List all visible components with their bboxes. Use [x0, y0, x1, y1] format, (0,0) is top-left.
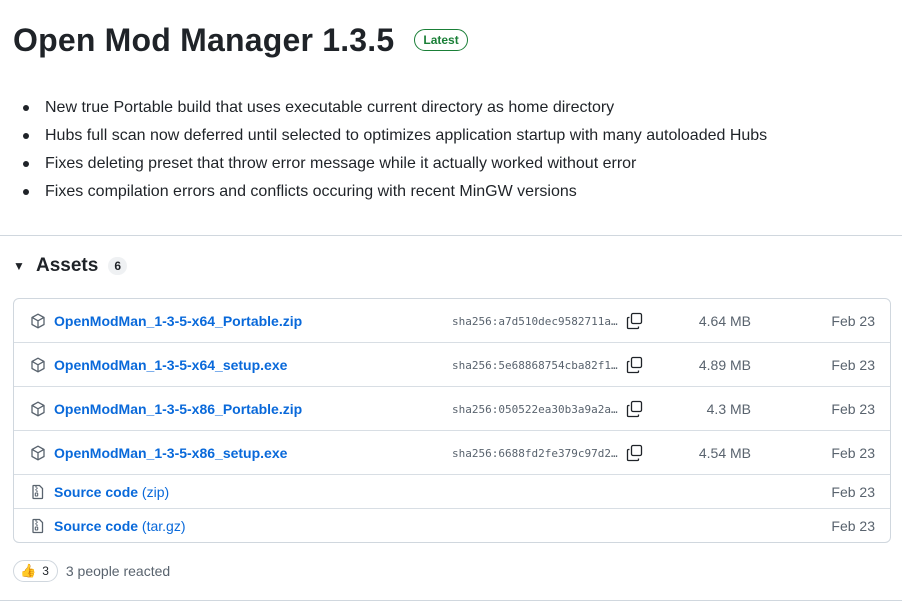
source-code-link[interactable]: Source code (tar.gz)	[54, 518, 186, 534]
assets-count-badge: 6	[108, 257, 128, 275]
source-code-row: Source code (zip) Feb 23	[14, 474, 890, 508]
asset-size: 4.64 MB	[698, 313, 751, 329]
latest-badge: Latest	[414, 29, 468, 51]
package-icon	[31, 401, 45, 417]
assets-toggle[interactable]: ▼ Assets 6	[13, 255, 128, 277]
asset-sha256: sha256:5e68868754cba82f1…	[452, 359, 618, 372]
thumbs-up-icon: 👍	[20, 563, 37, 578]
source-code-ext: (zip)	[141, 484, 170, 500]
release-title[interactable]: Open Mod Manager 1.3.5	[13, 20, 394, 60]
asset-sha256: sha256:050522ea30b3a9a2a…	[452, 403, 618, 416]
release-header: Open Mod Manager 1.3.5 Latest	[13, 20, 468, 60]
asset-download-link[interactable]: OpenModMan_1-3-5-x64_Portable.zip	[54, 313, 302, 329]
asset-download-link[interactable]: OpenModMan_1-3-5-x64_setup.exe	[54, 357, 287, 373]
asset-download-link[interactable]: OpenModMan_1-3-5-x86_setup.exe	[54, 445, 287, 461]
asset-date: Feb 23	[831, 401, 875, 417]
reacted-summary: 3 people reacted	[65, 563, 171, 579]
package-icon	[31, 313, 45, 329]
asset-date: Feb 23	[831, 445, 875, 461]
asset-row: OpenModMan_1-3-5-x86_Portable.zip sha256…	[14, 386, 890, 430]
asset-date: Feb 23	[831, 357, 875, 373]
asset-date: Feb 23	[831, 484, 875, 500]
release-note-item: Fixes deleting preset that throw error m…	[22, 150, 767, 178]
assets-title: Assets	[36, 255, 99, 276]
copy-icon[interactable]	[625, 311, 645, 331]
release-note-item: Fixes compilation errors and conflicts o…	[22, 178, 767, 206]
asset-sha256: sha256:a7d510dec9582711a…	[452, 315, 618, 328]
asset-row: OpenModMan_1-3-5-x86_setup.exe sha256:66…	[14, 430, 890, 474]
source-code-ext: (tar.gz)	[141, 518, 186, 534]
release-note-item: New true Portable build that uses execut…	[22, 94, 767, 122]
assets-list: OpenModMan_1-3-5-x64_Portable.zip sha256…	[13, 298, 891, 543]
asset-size: 4.89 MB	[698, 357, 751, 373]
copy-icon[interactable]	[625, 443, 645, 463]
file-zip-icon	[32, 484, 44, 500]
copy-icon[interactable]	[625, 399, 645, 419]
asset-sha256: sha256:6688fd2fe379c97d2…	[452, 447, 618, 460]
asset-row: OpenModMan_1-3-5-x64_setup.exe sha256:5e…	[14, 342, 890, 386]
reaction-count: 3	[42, 564, 49, 578]
package-icon	[31, 445, 45, 461]
source-code-link[interactable]: Source code (zip)	[54, 484, 169, 500]
asset-download-link[interactable]: OpenModMan_1-3-5-x86_Portable.zip	[54, 401, 302, 417]
bottom-divider	[0, 600, 902, 601]
thumbs-up-reaction-button[interactable]: 👍 3	[13, 560, 58, 582]
source-code-label: Source code	[54, 484, 139, 500]
file-zip-icon	[32, 518, 44, 534]
source-code-label: Source code	[54, 518, 139, 534]
asset-date: Feb 23	[831, 518, 875, 534]
package-icon	[31, 357, 45, 373]
release-notes-list: New true Portable build that uses execut…	[22, 94, 767, 206]
section-divider	[0, 235, 902, 236]
source-code-row: Source code (tar.gz) Feb 23	[14, 508, 890, 542]
asset-row: OpenModMan_1-3-5-x64_Portable.zip sha256…	[14, 299, 890, 342]
asset-date: Feb 23	[831, 313, 875, 329]
reactions-bar: 👍 3 3 people reacted	[13, 560, 170, 582]
copy-icon[interactable]	[625, 355, 645, 375]
caret-down-icon: ▼	[13, 259, 25, 273]
asset-size: 4.54 MB	[698, 445, 751, 461]
asset-size: 4.3 MB	[706, 401, 751, 417]
release-note-item: Hubs full scan now deferred until select…	[22, 122, 767, 150]
